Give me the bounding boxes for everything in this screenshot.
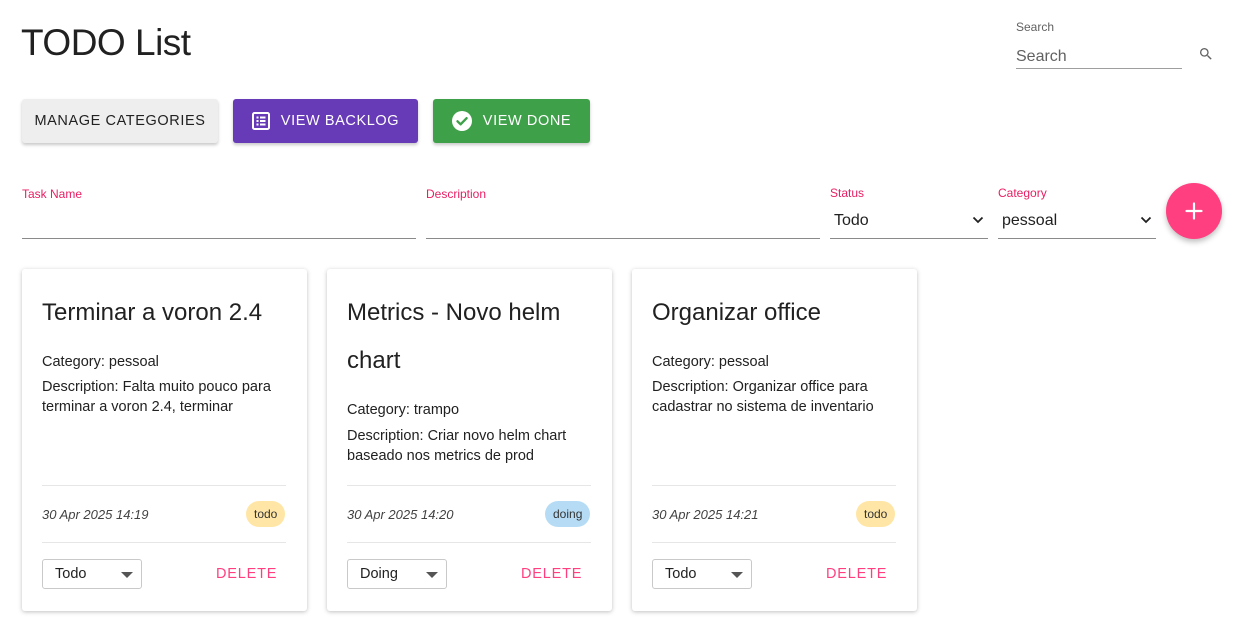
search-field: Search (1016, 20, 1216, 69)
search-input[interactable] (1016, 45, 1182, 69)
divider (652, 542, 896, 543)
status-select[interactable]: Status Todo (830, 182, 988, 240)
category-underline (998, 238, 1156, 239)
divider (347, 485, 591, 486)
check-circle-icon (451, 111, 472, 131)
chevron-down-icon (972, 216, 984, 224)
task-date: 30 Apr 2025 14:19 (42, 507, 149, 522)
divider (652, 485, 896, 486)
task-date: 30 Apr 2025 14:21 (652, 507, 759, 522)
category-label: Category (998, 186, 1047, 200)
page-title: TODO List (21, 22, 191, 63)
task-title: Terminar a voron 2.4 (42, 299, 263, 326)
task-title: Organizar office (652, 299, 821, 326)
view-backlog-label: VIEW BACKLOG (280, 113, 400, 129)
add-task-button[interactable] (1166, 183, 1222, 239)
search-label: Search (1016, 20, 1055, 34)
delete-button[interactable]: DELETE (826, 566, 887, 582)
caret-down-icon (426, 572, 438, 578)
task-name-label: Task Name (22, 187, 83, 201)
category-select[interactable]: Category pessoal (998, 182, 1156, 240)
status-badge: doing (545, 501, 591, 527)
task-description: Description: Criar novo helm chart basea… (347, 428, 567, 464)
caret-down-icon (731, 572, 743, 578)
status-underline (830, 238, 988, 239)
delete-button[interactable]: DELETE (521, 566, 582, 582)
task-category: Category: trampo (347, 402, 460, 418)
task-name-field[interactable]: Task Name (22, 182, 416, 240)
delete-button[interactable]: DELETE (216, 566, 277, 582)
task-title: Metrics - Novo helm chart (347, 299, 561, 374)
task-category: Category: pessoal (652, 354, 769, 370)
task-status-select[interactable]: Todo (42, 559, 142, 589)
status-select-value: Todo (834, 212, 869, 229)
task-status-value: Todo (665, 566, 697, 582)
search-icon[interactable] (1198, 46, 1214, 62)
status-badge: todo (856, 501, 896, 527)
task-date: 30 Apr 2025 14:20 (347, 507, 454, 522)
task-status-select[interactable]: Todo (652, 559, 752, 589)
task-description: Description: Falta muito pouco para term… (42, 379, 271, 415)
divider (42, 485, 286, 486)
category-select-value: pessoal (1002, 212, 1058, 229)
task-name-underline (22, 238, 416, 239)
view-backlog-button[interactable]: VIEW BACKLOG (233, 99, 418, 143)
description-field[interactable]: Description (426, 182, 820, 240)
task-card: Terminar a voron 2.4 Category: pessoal D… (22, 269, 307, 611)
task-description: Description: Organizar office para cadas… (652, 379, 874, 415)
list-icon (251, 112, 270, 130)
task-category: Category: pessoal (42, 354, 159, 370)
task-card: Metrics - Novo helm chart Category: tram… (327, 269, 612, 611)
task-status-select[interactable]: Doing (347, 559, 447, 589)
chevron-down-icon (1140, 216, 1152, 224)
task-status-value: Doing (360, 566, 398, 582)
divider (42, 542, 286, 543)
status-label: Status (830, 186, 865, 200)
caret-down-icon (121, 572, 133, 578)
view-done-label: VIEW DONE (482, 113, 572, 129)
status-badge: todo (246, 501, 286, 527)
task-card: Organizar office Category: pessoal Descr… (632, 269, 917, 611)
plus-icon (1185, 202, 1203, 220)
divider (347, 542, 591, 543)
description-underline (426, 238, 820, 239)
task-status-value: Todo (55, 566, 87, 582)
description-label: Description (426, 187, 487, 201)
manage-categories-button[interactable]: MANAGE CATEGORIES (22, 99, 218, 143)
view-done-button[interactable]: VIEW DONE (433, 99, 590, 143)
manage-categories-label: MANAGE CATEGORIES (34, 113, 206, 129)
